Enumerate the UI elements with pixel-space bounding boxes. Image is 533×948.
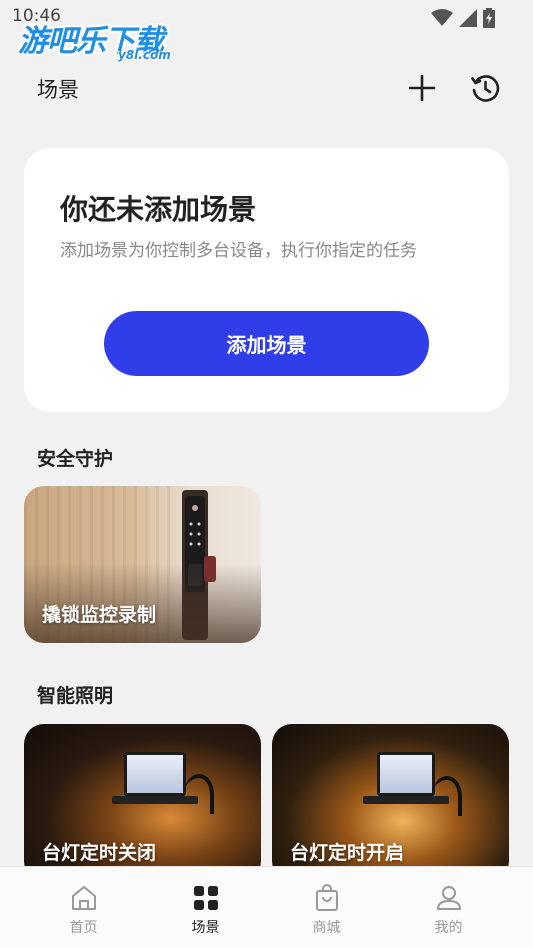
page-title: 场景 — [37, 78, 79, 102]
shop-bag-icon — [312, 883, 342, 913]
bottom-nav: 首页 场景 商城 我的 — [0, 866, 533, 948]
watermark-logo: 游吧乐下载 y8l.com — [18, 16, 188, 68]
nav-item-shop[interactable]: 商城 — [260, 867, 393, 948]
profile-icon — [434, 883, 464, 913]
history-icon — [471, 75, 500, 102]
desk-lamp-image — [184, 774, 214, 814]
signal-icon — [459, 9, 477, 27]
scene-grid-icon — [191, 883, 221, 913]
section-title-security: 安全守护 — [37, 448, 114, 470]
battery-icon — [483, 8, 495, 28]
scene-tile-label: 台灯定时关闭 — [42, 842, 157, 864]
scene-tile-lamp-on[interactable]: 台灯定时开启 — [272, 724, 509, 881]
nav-label: 首页 — [69, 920, 98, 936]
desk-lamp-image — [432, 776, 462, 816]
scene-tile-lock-monitor[interactable]: 撬锁监控录制 — [24, 486, 261, 643]
nav-item-profile[interactable]: 我的 — [382, 867, 515, 948]
home-icon — [69, 883, 99, 913]
history-button[interactable] — [467, 70, 503, 106]
nav-label: 商城 — [312, 920, 341, 936]
header: 场景 — [0, 66, 533, 110]
watermark-subtext: y8l.com — [118, 48, 171, 62]
nav-label: 我的 — [434, 920, 463, 936]
scene-tile-label: 撬锁监控录制 — [42, 604, 157, 626]
empty-scene-card: 你还未添加场景 添加场景为你控制多台设备，执行你指定的任务 添加场景 — [24, 148, 509, 412]
add-scene-icon-button[interactable] — [404, 70, 440, 106]
empty-title: 你还未添加场景 — [60, 193, 257, 226]
wifi-icon — [431, 9, 453, 27]
nav-item-home[interactable]: 首页 — [17, 867, 150, 948]
add-scene-button[interactable]: 添加场景 — [104, 311, 429, 376]
nav-label: 场景 — [191, 920, 220, 936]
scene-tile-label: 台灯定时开启 — [290, 842, 405, 864]
scene-tile-lamp-off[interactable]: 台灯定时关闭 — [24, 724, 261, 881]
status-icons — [431, 8, 495, 28]
empty-description: 添加场景为你控制多台设备，执行你指定的任务 — [60, 241, 417, 261]
plus-icon — [409, 75, 435, 101]
nav-item-scene[interactable]: 场景 — [139, 867, 272, 948]
section-title-lighting: 智能照明 — [37, 685, 114, 707]
